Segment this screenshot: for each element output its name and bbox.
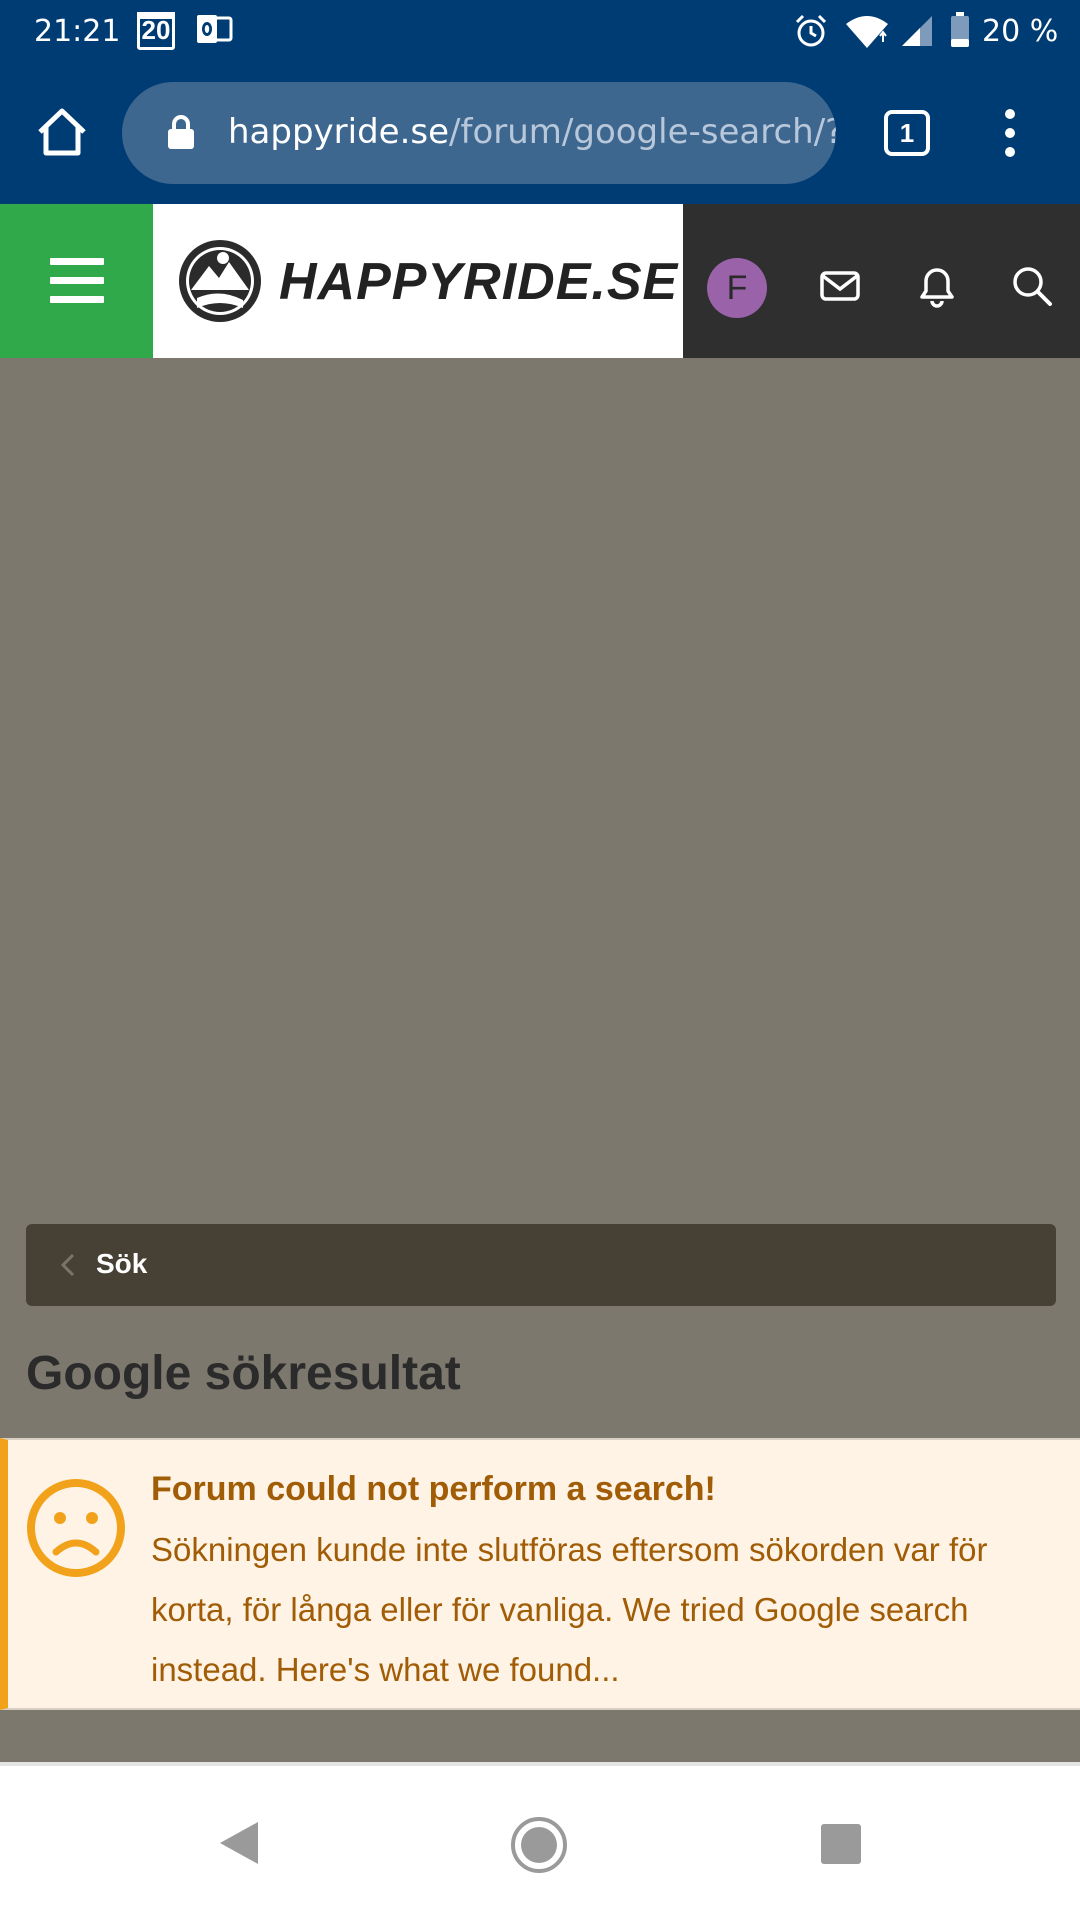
back-icon[interactable] [218,1820,260,1866]
user-avatar[interactable]: F [707,258,767,318]
breadcrumb-label[interactable]: Sök [96,1248,147,1280]
breadcrumb[interactable]: Sök [26,1224,1056,1306]
mail-icon[interactable] [818,264,862,308]
hamburger-icon [50,258,104,304]
site-header: HAPPYRIDE.SE F [0,204,1080,358]
signal-icon [902,16,932,46]
logo-emblem-icon [179,240,261,322]
wifi-icon [846,16,888,48]
battery-percent: 20 % [982,14,1059,49]
recent-apps-icon[interactable] [821,1824,861,1864]
alarm-icon [795,14,827,47]
battery-icon [951,12,969,47]
home-icon[interactable] [36,106,88,158]
home-nav-icon[interactable] [510,1816,568,1874]
outlook-notification-icon [197,15,233,43]
notice-title: Forum could not perform a search! [151,1470,716,1508]
url-domain: happyride.se [228,112,450,152]
chevron-left-icon [60,1253,75,1277]
menu-button[interactable] [0,204,153,358]
status-time: 21:21 [34,14,121,49]
system-nav-bar [0,1766,1080,1920]
tab-switcher-button[interactable]: 1 [884,110,930,156]
sad-face-icon [27,1479,125,1577]
logo-text: HAPPYRIDE.SE [279,253,679,311]
browser-toolbar: happyride.se/forum/google-search/?q 1 [0,66,1080,204]
url-text[interactable]: happyride.se/forum/google-search/?q [228,112,836,152]
page-title: Google sökresultat [26,1347,461,1400]
lock-icon [168,115,194,149]
bell-icon[interactable] [915,264,959,308]
search-error-notice: Forum could not perform a search! Söknin… [0,1438,1080,1710]
status-bar: 21:21 20 20 % [0,0,1080,66]
status-icons: 20 % [780,0,1080,66]
notice-body: Sökningen kunde inte slutföras eftersom … [151,1531,988,1688]
more-options-icon[interactable] [1000,108,1020,158]
search-icon[interactable] [1010,264,1054,308]
address-bar[interactable]: happyride.se/forum/google-search/?q [122,82,836,184]
calendar-notification-icon: 20 [137,12,175,50]
site-logo[interactable]: HAPPYRIDE.SE [153,204,683,358]
url-path: /forum/google-search/?q [449,112,836,152]
